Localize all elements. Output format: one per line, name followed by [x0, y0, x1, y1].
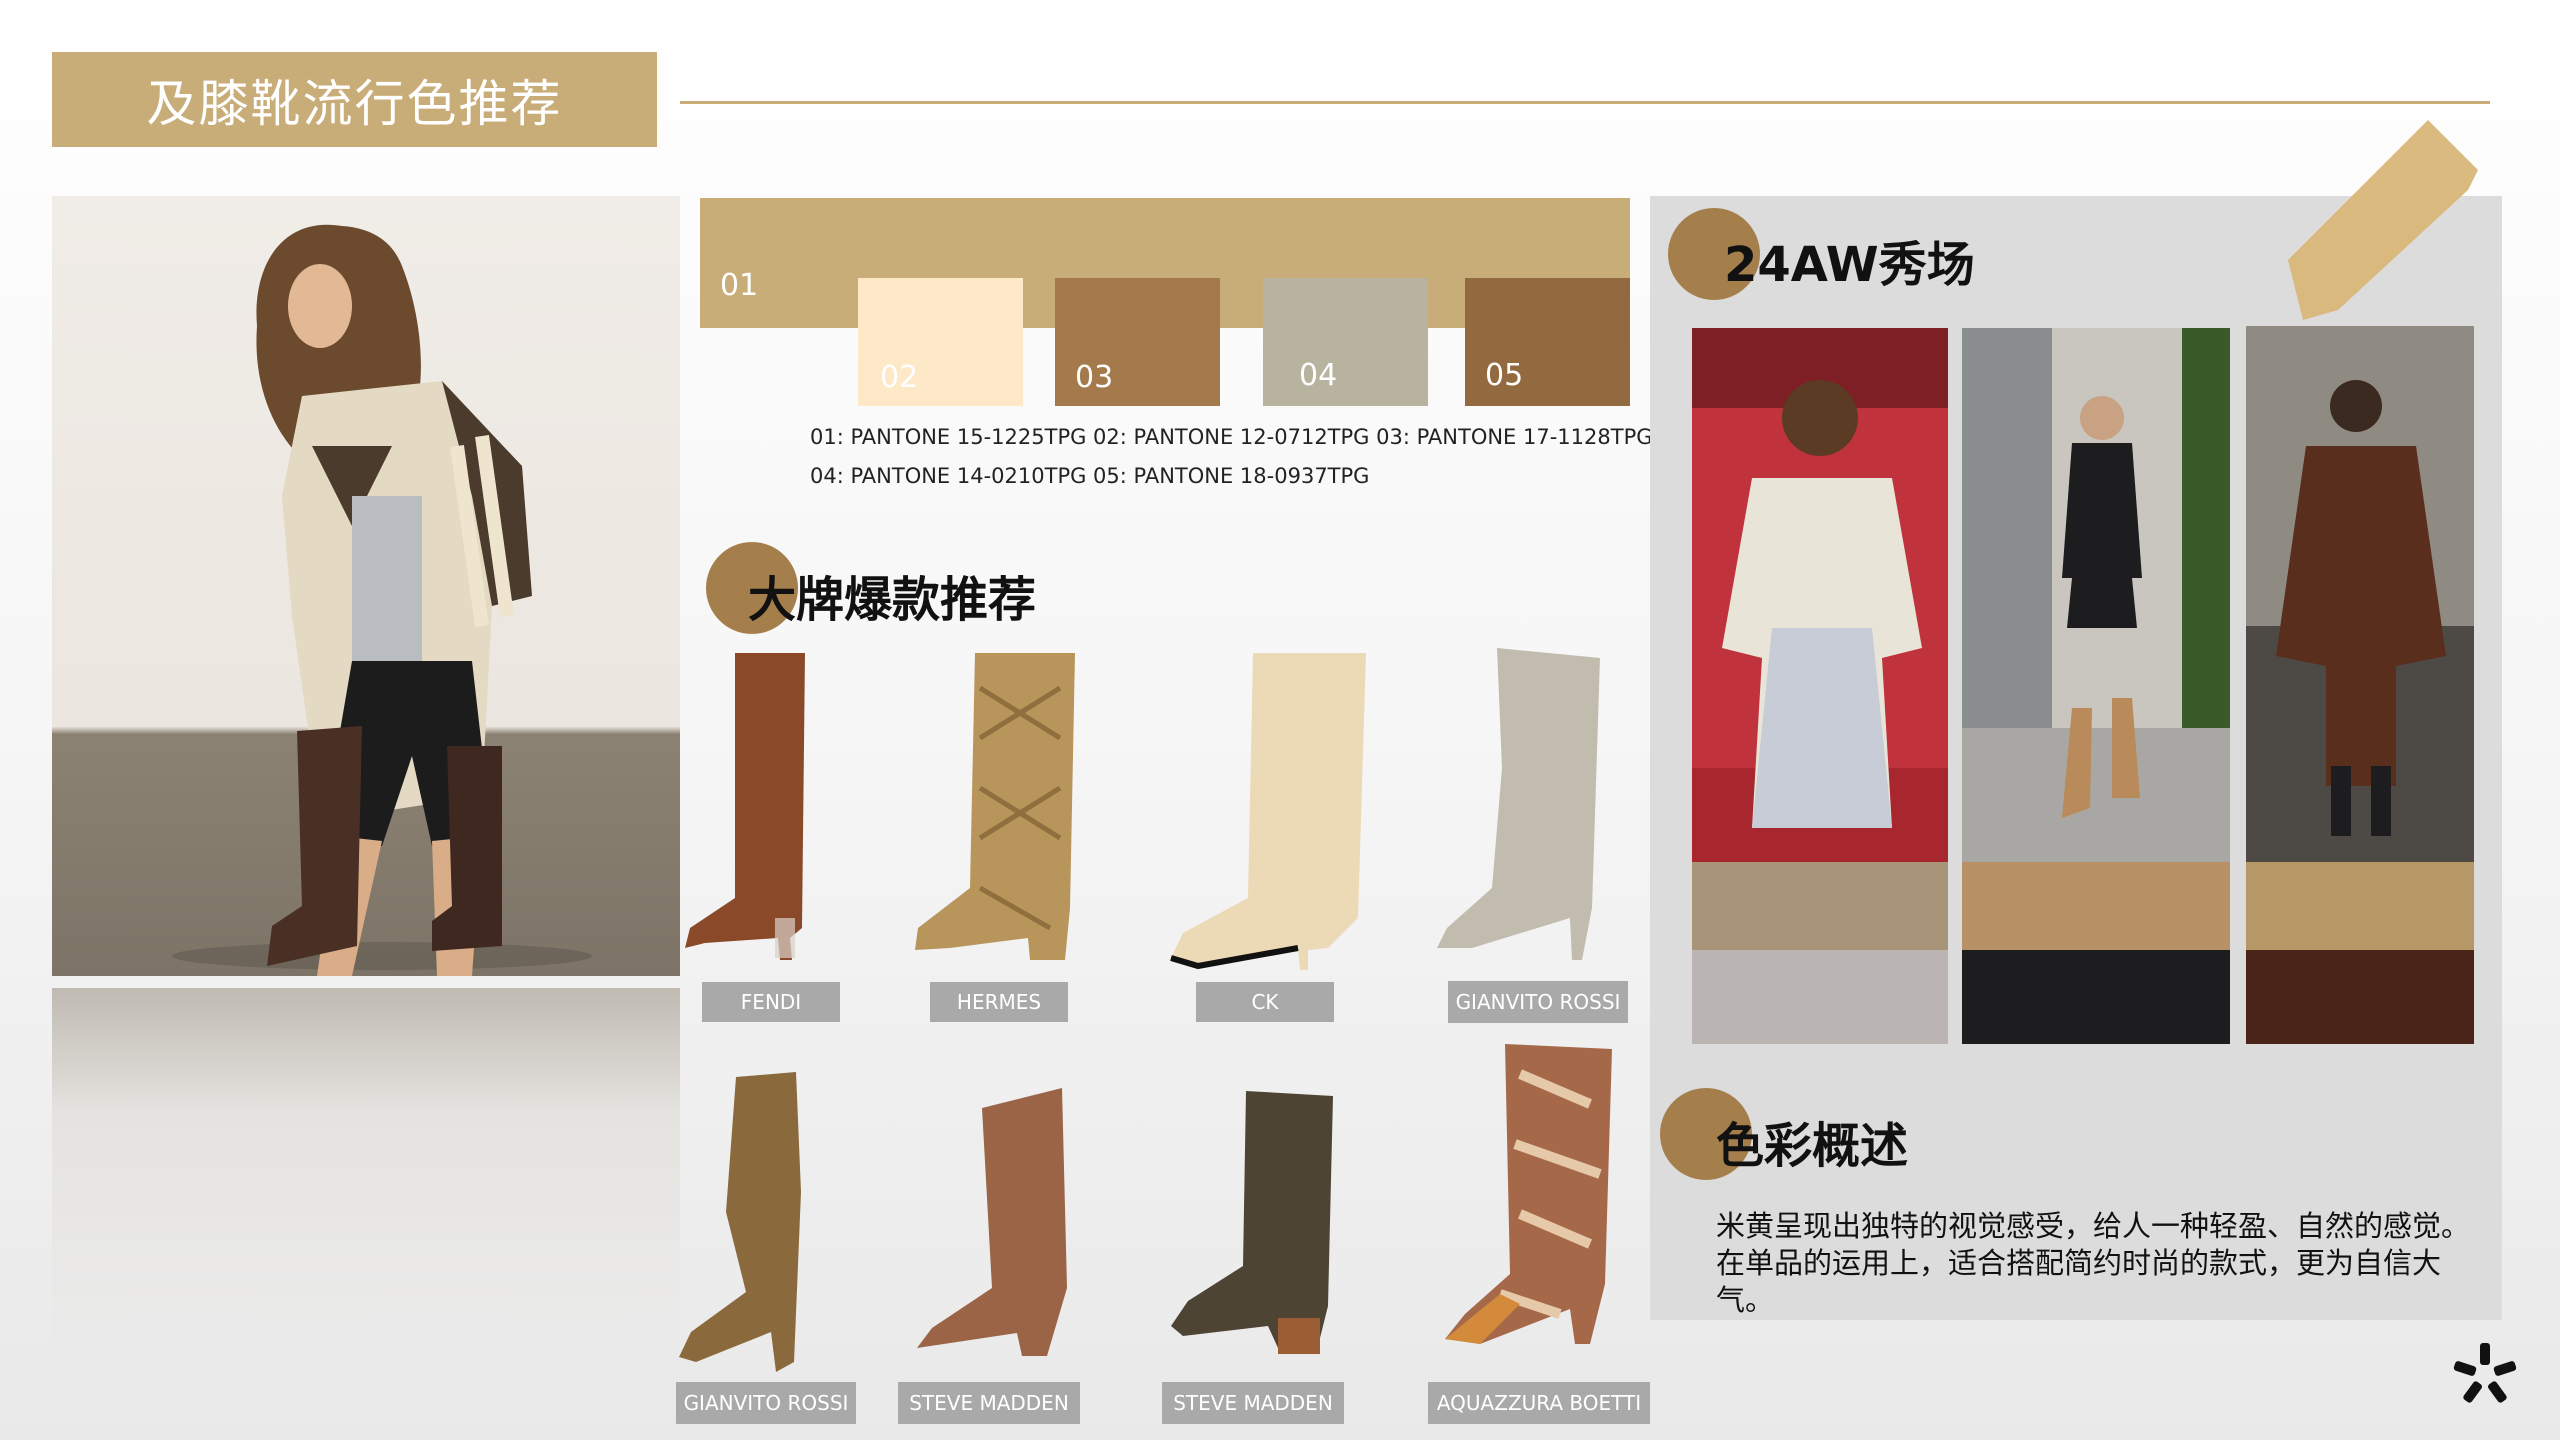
runway-figure — [1692, 328, 1948, 862]
brand-label: HERMES — [930, 982, 1068, 1022]
pantone-codes-line2: 04: PANTONE 14-0210TPG 05: PANTONE 18-09… — [810, 464, 1370, 488]
boot-image-gianvito-rossi-suede — [676, 1072, 826, 1372]
tape-decoration — [2278, 110, 2478, 330]
boot-icon — [917, 1088, 1067, 1356]
title-divider — [680, 101, 2490, 104]
brand-label: CK — [1196, 982, 1334, 1022]
runway-1-swatch-bottom — [1692, 950, 1948, 1044]
color-overview-text: 米黄呈现出独特的视觉感受，给人一种轻盈、自然的感觉。在单品的运用上，适合搭配简约… — [1716, 1209, 2471, 1317]
runway-figure — [2246, 326, 2474, 862]
runway-3-swatch-bottom — [2246, 950, 2474, 1044]
runway-3-swatch-top — [2246, 862, 2474, 950]
runway-2-swatch-top — [1962, 862, 2230, 950]
swatch-label: 01 — [720, 268, 759, 303]
brand-label: FENDI — [702, 982, 840, 1022]
swatch-label: 05 — [1485, 358, 1524, 393]
boot-icon — [679, 1072, 801, 1372]
swatch-05: 05 — [1465, 278, 1630, 406]
brand-label: GIANVITO ROSSI — [1448, 981, 1628, 1023]
boot-image-steve-madden-western — [1168, 1086, 1348, 1368]
model-photo — [52, 196, 680, 976]
swatch-label: 04 — [1299, 358, 1338, 393]
asterisk-logo — [2453, 1343, 2517, 1403]
brand-label: AQUAZZURA BOETTI — [1428, 1382, 1650, 1424]
runway-1-swatch-top — [1692, 862, 1948, 950]
boot-icon — [1437, 648, 1600, 960]
page-title: 及膝靴流行色推荐 — [52, 52, 657, 147]
swatch-02: 02 — [858, 278, 1023, 406]
boot-icon — [1170, 653, 1366, 970]
runway-figure — [1962, 328, 2230, 862]
swatch-04: 04 — [1263, 278, 1428, 406]
swatch-label: 02 — [880, 360, 919, 395]
runway-photo-2 — [1962, 328, 2230, 862]
runway-photo-1 — [1692, 328, 1948, 862]
brands-section-title: 大牌爆款推荐 — [748, 572, 1037, 628]
boot-icon — [1171, 1091, 1333, 1354]
boot-icon — [1445, 1044, 1612, 1344]
runway-2-swatch-bottom — [1962, 950, 2230, 1044]
brand-label: GIANVITO ROSSI — [676, 1382, 856, 1424]
model-photo-reflection — [52, 988, 680, 1348]
brand-label: STEVE MADDEN — [898, 1382, 1080, 1424]
boot-image-fendi — [680, 648, 830, 960]
brand-label: STEVE MADDEN — [1162, 1382, 1344, 1424]
logo-icon — [2450, 1340, 2520, 1410]
boot-icon — [915, 653, 1075, 960]
pantone-codes-line1: 01: PANTONE 15-1225TPG 02: PANTONE 12-07… — [810, 425, 1653, 449]
boot-image-gianvito-rossi — [1432, 648, 1602, 960]
runway-photo-3 — [2246, 326, 2474, 862]
model-illustration — [172, 224, 592, 976]
boot-icon — [685, 653, 805, 960]
swatch-label: 03 — [1075, 360, 1114, 395]
boot-image-hermes — [910, 648, 1080, 960]
color-overview-title: 色彩概述 — [1716, 1118, 1909, 1174]
swatch-03: 03 — [1055, 278, 1220, 406]
runway-section-title: 24AW秀场 — [1724, 237, 1975, 293]
boot-image-steve-madden-pointed — [912, 1088, 1072, 1356]
tape-icon — [2288, 120, 2478, 320]
boot-image-ck — [1168, 648, 1368, 970]
boot-image-aquazzura — [1440, 1044, 1615, 1344]
